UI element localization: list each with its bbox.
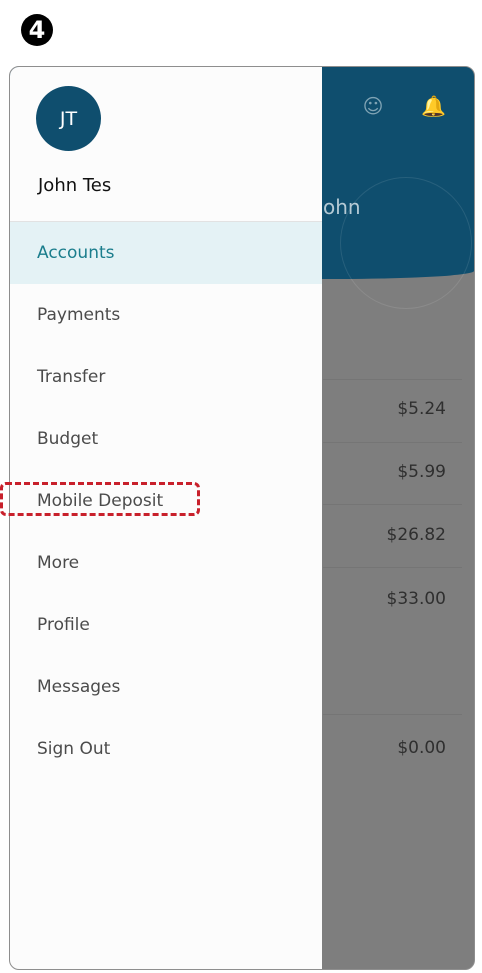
menu-item-profile[interactable]: Profile <box>10 594 322 656</box>
account-balance[interactable]: $5.99 <box>397 462 446 482</box>
menu-item-accounts[interactable]: Accounts <box>10 222 322 284</box>
menu-item-messages[interactable]: Messages <box>10 656 322 718</box>
menu-item-payments[interactable]: Payments <box>10 284 322 346</box>
background-greeting: ohn <box>323 195 361 219</box>
navigation-drawer: JT John Tes Accounts Payments Transfer B… <box>10 67 322 969</box>
user-name: John Tes <box>38 175 112 196</box>
account-balance[interactable]: $26.82 <box>387 525 446 545</box>
background-divider <box>323 567 462 568</box>
smiley-icon[interactable]: ☺ <box>362 95 384 117</box>
menu-item-more[interactable]: More <box>10 532 322 594</box>
phone-screen: ☺ 🔔 ohn $5.24 $5.99 $26.82 $33.00 $0.00 … <box>9 66 475 970</box>
menu-item-transfer[interactable]: Transfer <box>10 346 322 408</box>
menu-item-budget[interactable]: Budget <box>10 408 322 470</box>
menu-item-sign-out[interactable]: Sign Out <box>10 718 322 780</box>
background-divider <box>323 379 462 380</box>
background-divider <box>323 442 462 443</box>
bell-icon[interactable]: 🔔 <box>421 95 446 117</box>
account-balance[interactable]: $5.24 <box>397 399 446 419</box>
avatar[interactable]: JT <box>36 86 101 151</box>
account-balance[interactable]: $0.00 <box>397 738 446 758</box>
background-divider <box>323 504 462 505</box>
step-number-badge: 4 <box>21 14 53 46</box>
account-balance[interactable]: $33.00 <box>387 589 446 609</box>
mobile-deposit-highlight <box>0 482 200 516</box>
background-divider <box>323 714 462 715</box>
